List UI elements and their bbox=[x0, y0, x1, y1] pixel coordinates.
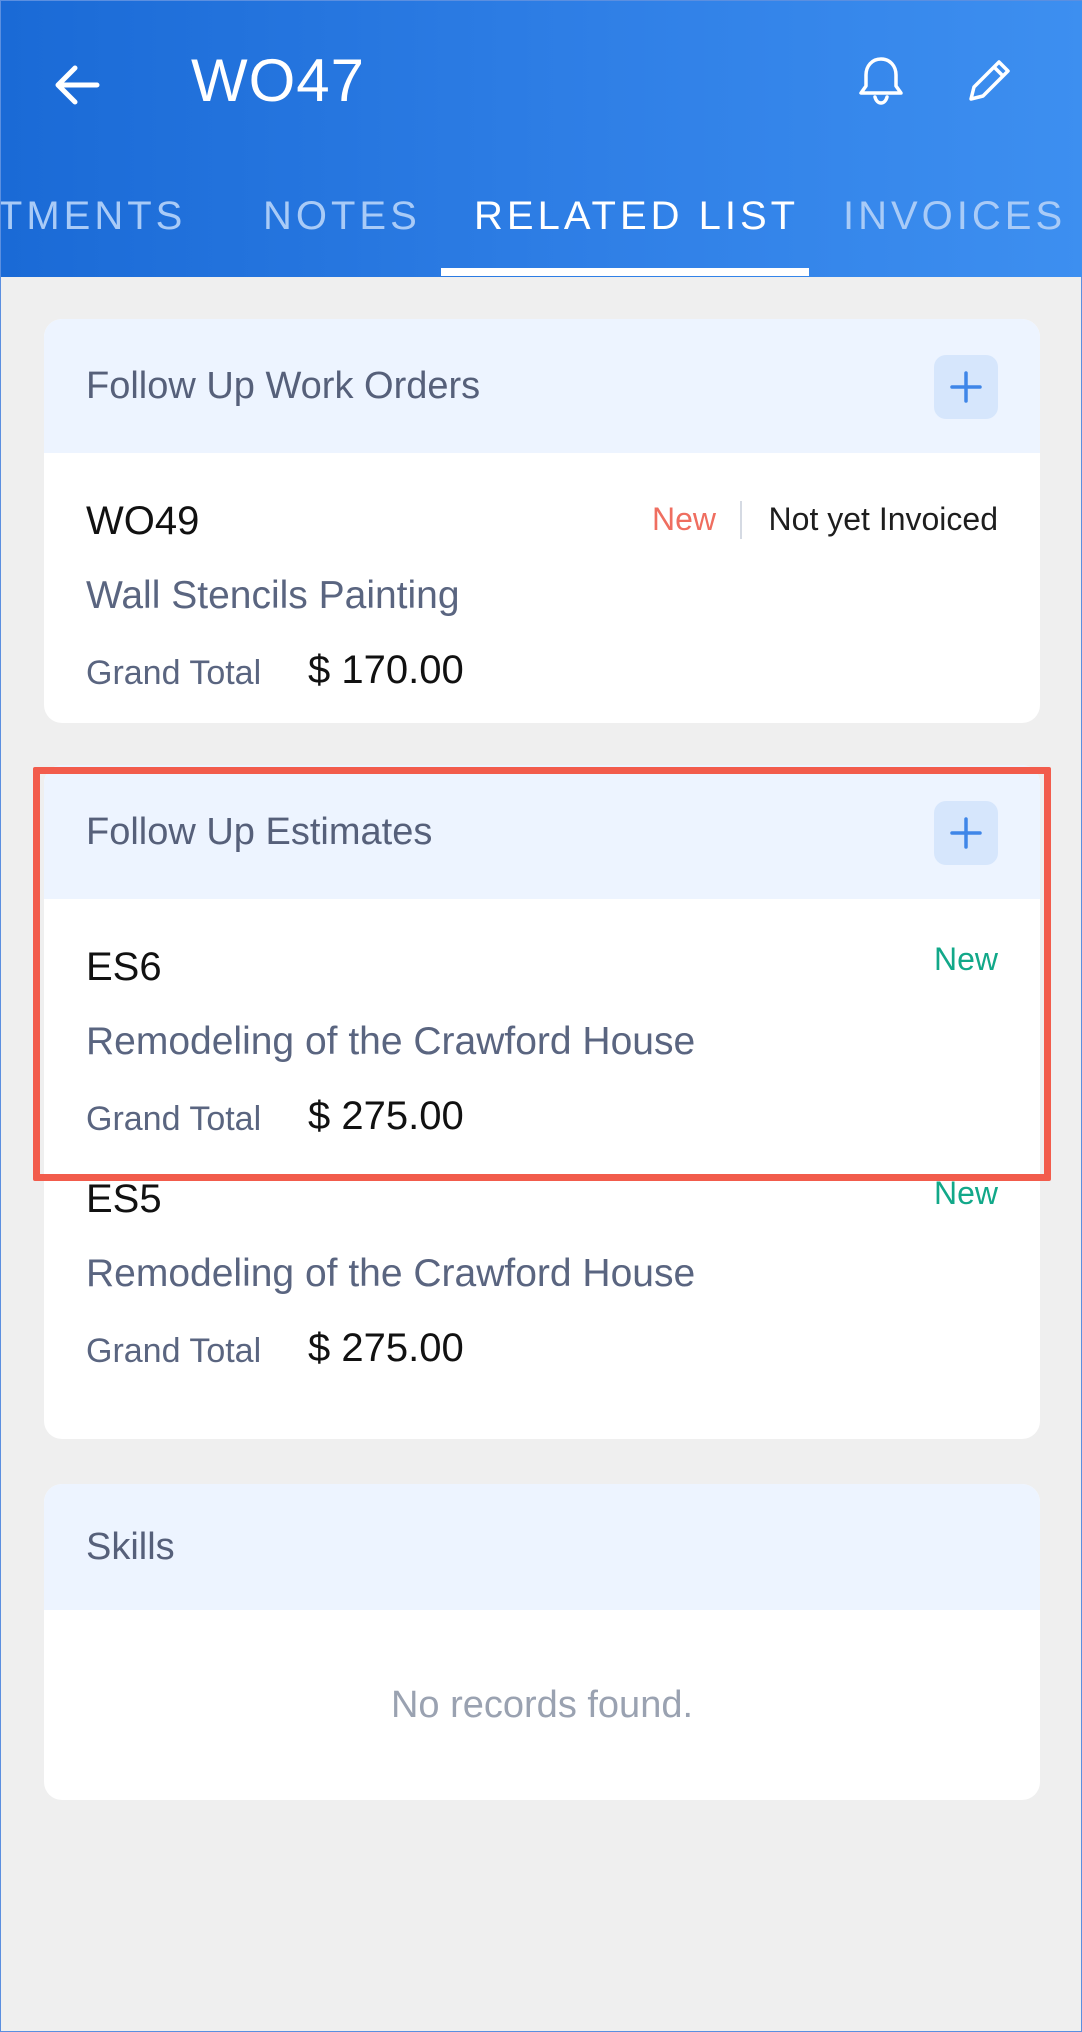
plus-icon bbox=[934, 355, 998, 419]
tab-bar: NTMENTS NOTES RELATED LIST INVOICES bbox=[1, 181, 1082, 277]
section-title: Follow Up Estimates bbox=[86, 811, 433, 853]
tab-related-list[interactable]: RELATED LIST bbox=[474, 181, 799, 277]
status-badge: New bbox=[652, 501, 717, 537]
add-estimate-button[interactable] bbox=[934, 801, 998, 865]
active-tab-indicator bbox=[441, 268, 809, 276]
status-badge: New bbox=[933, 941, 998, 977]
tab-invoices[interactable]: INVOICES bbox=[843, 181, 1066, 277]
notifications-button[interactable] bbox=[851, 51, 911, 111]
tab-notes[interactable]: NOTES bbox=[263, 181, 421, 277]
section-header: Follow Up Work Orders bbox=[44, 319, 1040, 453]
page-title: WO47 bbox=[191, 47, 366, 114]
record-name: Wall Stencils Painting bbox=[86, 574, 460, 617]
status-badge: New bbox=[933, 1175, 998, 1211]
grand-total-value: $ 275.00 bbox=[308, 1326, 464, 1370]
record-name: Remodeling of the Crawford House bbox=[86, 1252, 696, 1295]
empty-state-message: No records found. bbox=[390, 1684, 694, 1726]
record-id: ES6 bbox=[86, 945, 162, 989]
estimate-record[interactable]: ES5 New Remodeling of the Crawford House… bbox=[44, 1169, 1040, 1439]
tab-appointments[interactable]: NTMENTS bbox=[1, 181, 186, 277]
section-title: Follow Up Work Orders bbox=[86, 365, 481, 407]
follow-up-work-orders-card: Follow Up Work Orders WO49 New Not yet I… bbox=[44, 319, 1040, 723]
status-divider bbox=[740, 501, 742, 539]
record-id: WO49 bbox=[86, 499, 200, 543]
work-order-record[interactable]: WO49 New Not yet Invoiced Wall Stencils … bbox=[44, 453, 1040, 723]
section-header: Skills bbox=[44, 1484, 1040, 1610]
add-work-order-button[interactable] bbox=[934, 355, 998, 419]
estimate-record[interactable]: ES6 New Remodeling of the Crawford House… bbox=[44, 899, 1040, 1169]
skills-card: Skills No records found. bbox=[44, 1484, 1040, 1800]
follow-up-estimates-card: Follow Up Estimates ES6 New Remodeling o… bbox=[44, 765, 1040, 1439]
grand-total-label: Grand Total bbox=[86, 654, 262, 692]
record-name: Remodeling of the Crawford House bbox=[86, 1020, 696, 1063]
edit-button[interactable] bbox=[959, 51, 1019, 111]
record-id: ES5 bbox=[86, 1177, 162, 1221]
grand-total-label: Grand Total bbox=[86, 1100, 262, 1138]
grand-total-value: $ 170.00 bbox=[308, 648, 464, 692]
grand-total-label: Grand Total bbox=[86, 1332, 262, 1370]
billing-status: Not yet Invoiced bbox=[768, 501, 998, 537]
bell-icon bbox=[851, 51, 911, 111]
pencil-icon bbox=[959, 51, 1019, 111]
grand-total-value: $ 275.00 bbox=[308, 1094, 464, 1138]
back-button[interactable] bbox=[45, 53, 109, 117]
app-bar: WO47 NTMENTS NOTES RELATED LIST INVOICES bbox=[1, 1, 1082, 277]
section-title: Skills bbox=[86, 1526, 175, 1568]
section-header: Follow Up Estimates bbox=[44, 765, 1040, 899]
plus-icon bbox=[934, 801, 998, 865]
arrow-left-icon bbox=[45, 53, 109, 117]
